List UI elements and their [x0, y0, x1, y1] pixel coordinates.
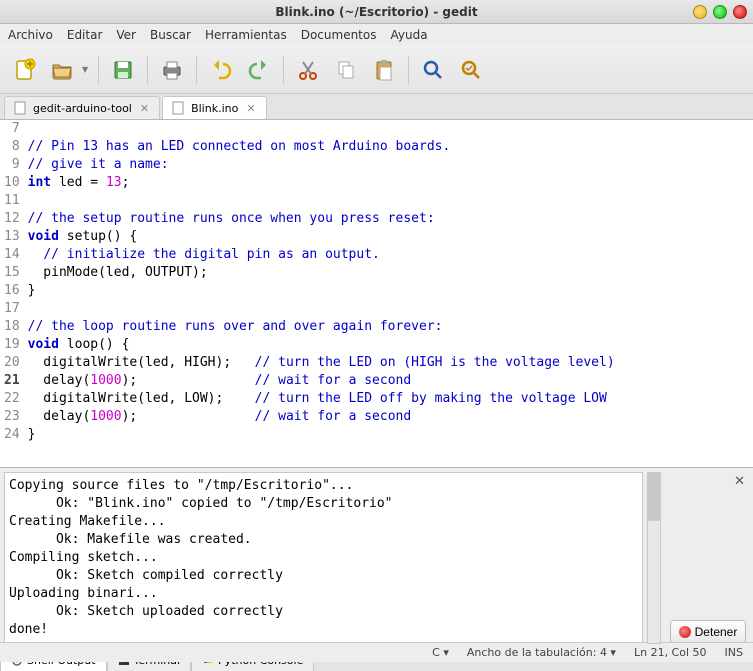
menubar: Archivo Editar Ver Buscar Herramientas D…	[0, 24, 753, 46]
file-icon	[171, 101, 185, 115]
minimize-button[interactable]	[693, 5, 707, 19]
menu-documentos[interactable]: Documentos	[301, 28, 377, 42]
tab-blink-ino[interactable]: Blink.ino ✕	[162, 96, 266, 119]
new-file-button[interactable]	[8, 54, 40, 86]
menu-archivo[interactable]: Archivo	[8, 28, 53, 42]
editor-area[interactable]: 789101112131415161718192021222324 // Pin…	[0, 120, 753, 467]
status-language[interactable]: C ▾	[432, 646, 449, 659]
menu-editar[interactable]: Editar	[67, 28, 103, 42]
status-position: Ln 21, Col 50	[634, 646, 707, 659]
window-title: Blink.ino (~/Escritorio) - gedit	[275, 5, 477, 19]
tab-label: gedit-arduino-tool	[33, 102, 132, 115]
stop-icon	[679, 626, 691, 638]
menu-ver[interactable]: Ver	[116, 28, 136, 42]
detener-button[interactable]: Detener	[670, 620, 747, 644]
undo-button[interactable]	[205, 54, 237, 86]
search-button[interactable]	[417, 54, 449, 86]
save-button[interactable]	[107, 54, 139, 86]
maximize-button[interactable]	[713, 5, 727, 19]
toolbar-separator	[196, 56, 197, 84]
line-number-gutter: 789101112131415161718192021222324	[0, 120, 24, 467]
detener-label: Detener	[695, 625, 738, 639]
tab-gedit-arduino-tool[interactable]: gedit-arduino-tool ✕	[4, 96, 160, 119]
tab-close-icon[interactable]: ✕	[244, 102, 257, 115]
shell-output-text[interactable]: Copying source files to "/tmp/Escritorio…	[4, 472, 643, 644]
toolbar-separator	[408, 56, 409, 84]
open-dropdown-icon[interactable]: ▼	[82, 65, 88, 74]
print-button[interactable]	[156, 54, 188, 86]
toolbar-separator	[98, 56, 99, 84]
menu-buscar[interactable]: Buscar	[150, 28, 191, 42]
close-button[interactable]	[733, 5, 747, 19]
search-replace-button[interactable]	[455, 54, 487, 86]
panel-close-icon[interactable]: ✕	[730, 472, 749, 491]
file-icon	[13, 101, 27, 115]
document-tabs: gedit-arduino-tool ✕ Blink.ino ✕	[0, 94, 753, 120]
menu-herramientas[interactable]: Herramientas	[205, 28, 287, 42]
copy-button[interactable]	[330, 54, 362, 86]
menu-ayuda[interactable]: Ayuda	[390, 28, 427, 42]
status-insert-mode: INS	[725, 646, 743, 659]
redo-button[interactable]	[243, 54, 275, 86]
statusbar: C ▾ Ancho de la tabulación: 4 ▾ Ln 21, C…	[0, 642, 753, 662]
tab-label: Blink.ino	[191, 102, 238, 115]
output-scrollbar[interactable]	[647, 472, 661, 644]
toolbar-separator	[283, 56, 284, 84]
paste-button[interactable]	[368, 54, 400, 86]
titlebar: Blink.ino (~/Escritorio) - gedit	[0, 0, 753, 24]
open-file-button[interactable]	[46, 54, 78, 86]
cut-button[interactable]	[292, 54, 324, 86]
code-content[interactable]: // Pin 13 has an LED connected on most A…	[24, 120, 619, 467]
window-controls	[693, 5, 747, 19]
tab-close-icon[interactable]: ✕	[138, 102, 151, 115]
toolbar-separator	[147, 56, 148, 84]
toolbar: ▼	[0, 46, 753, 94]
bottom-panel: Copying source files to "/tmp/Escritorio…	[0, 467, 753, 642]
scrollbar-thumb[interactable]	[648, 473, 660, 521]
status-tabwidth[interactable]: Ancho de la tabulación: 4 ▾	[467, 646, 616, 659]
